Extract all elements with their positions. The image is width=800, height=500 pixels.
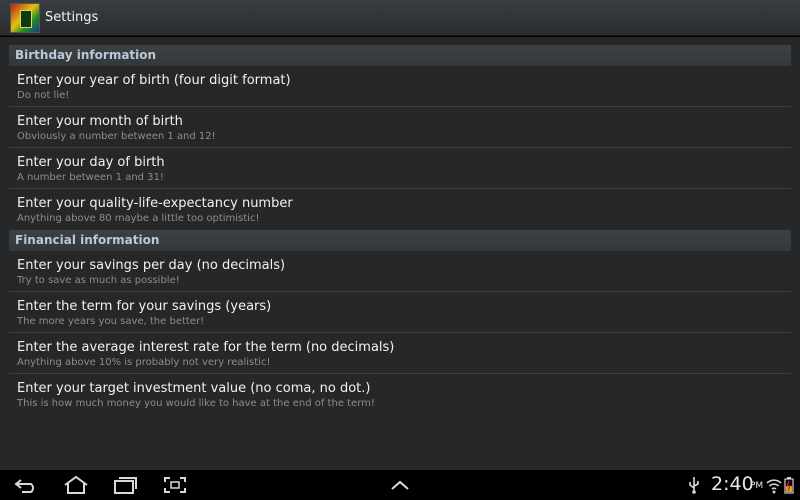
app-logo-icon[interactable] (10, 2, 40, 33)
menu-up-icon[interactable] (386, 475, 414, 495)
pref-title: Enter your month of birth (17, 114, 183, 129)
home-icon[interactable] (62, 475, 90, 495)
pref-interest-rate[interactable]: Enter the average interest rate for the … (9, 333, 791, 374)
recent-apps-icon[interactable] (111, 475, 139, 495)
wifi-icon (766, 475, 782, 495)
pref-title: Enter your day of birth (17, 155, 165, 170)
pref-year-of-birth[interactable]: Enter your year of birth (four digit for… (9, 66, 791, 107)
pref-summary: This is how much money you would like to… (17, 398, 375, 409)
section-header-birthday: Birthday information (9, 45, 791, 66)
pref-title: Enter the average interest rate for the … (17, 340, 395, 355)
section-header-financial: Financial information (9, 230, 791, 251)
clock-ampm: PM (750, 481, 764, 491)
screenshot-icon[interactable] (161, 475, 189, 495)
pref-target-investment[interactable]: Enter your target investment value (no c… (9, 374, 791, 415)
clock-time: 2:40 (711, 473, 754, 495)
pref-title: Enter the term for your savings (years) (17, 299, 272, 314)
pref-title: Enter your savings per day (no decimals) (17, 258, 286, 273)
pref-savings-per-day[interactable]: Enter your savings per day (no decimals)… (9, 251, 791, 292)
pref-title: Enter your quality-life-expectancy numbe… (17, 196, 293, 211)
pref-summary: Anything above 10% is probably not very … (17, 357, 271, 368)
pref-life-expectancy[interactable]: Enter your quality-life-expectancy numbe… (9, 189, 791, 230)
preferences-list: Birthday information Enter your year of … (0, 37, 800, 470)
pref-title: Enter your year of birth (four digit for… (17, 73, 291, 88)
pref-summary: Anything above 80 maybe a little too opt… (17, 213, 260, 224)
back-icon[interactable] (12, 475, 40, 495)
usb-icon (684, 475, 704, 495)
page-title: Settings (45, 10, 99, 25)
battery-icon (783, 475, 795, 495)
pref-summary: Try to save as much as possible! (17, 275, 180, 286)
pref-summary: Obviously a number between 1 and 12! (17, 131, 216, 142)
pref-title: Enter your target investment value (no c… (17, 381, 371, 396)
pref-summary: A number between 1 and 31! (17, 172, 164, 183)
system-bar: 2:40 PM (0, 470, 800, 500)
pref-summary: Do not lie! (17, 90, 70, 101)
pref-month-of-birth[interactable]: Enter your month of birth Obviously a nu… (9, 107, 791, 148)
pref-day-of-birth[interactable]: Enter your day of birth A number between… (9, 148, 791, 189)
pref-summary: The more years you save, the better! (17, 316, 205, 327)
action-bar: Settings (0, 0, 800, 36)
pref-savings-term[interactable]: Enter the term for your savings (years) … (9, 292, 791, 333)
